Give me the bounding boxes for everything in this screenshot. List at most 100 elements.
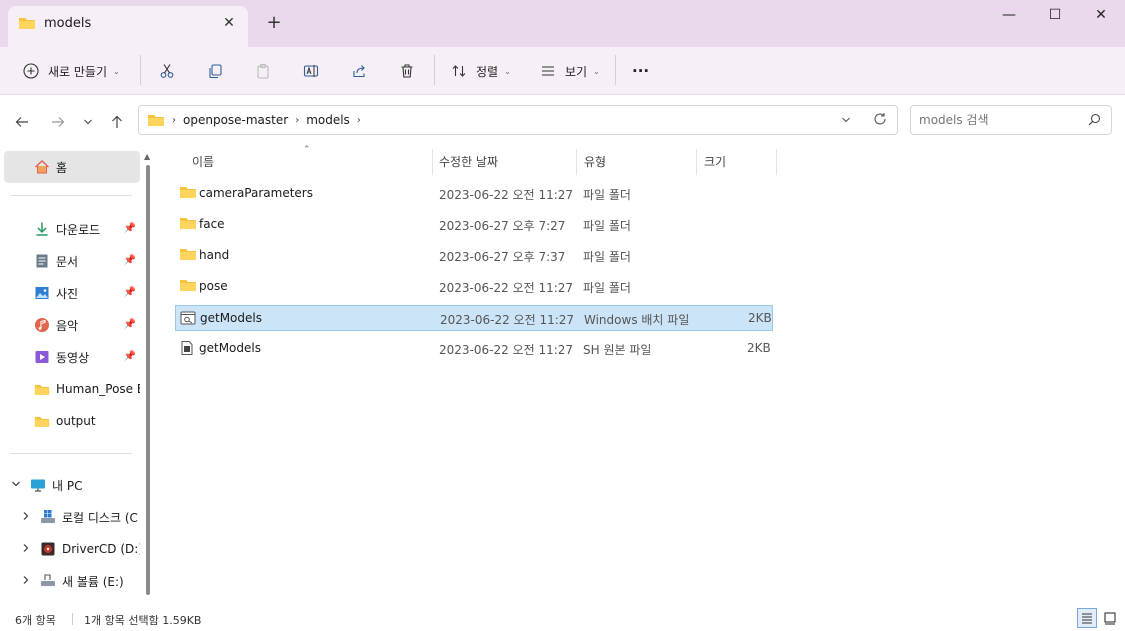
column-header-size[interactable]: 크기: [704, 147, 726, 175]
sidebar-scrollbar[interactable]: [146, 165, 150, 595]
breadcrumb-openpose-master[interactable]: openpose-master: [183, 113, 288, 127]
sidebar-item-drive-e[interactable]: 새 볼륨 (E:): [4, 565, 140, 597]
folder-icon: [179, 185, 197, 202]
close-tab-button[interactable]: ✕: [220, 14, 238, 32]
pin-icon[interactable]: 📌: [124, 319, 136, 330]
download-icon: [34, 221, 50, 237]
document-icon: [34, 253, 50, 269]
new-tab-button[interactable]: +: [264, 12, 284, 34]
new-button[interactable]: 새로 만들기 ⌄: [20, 55, 120, 87]
tab-title: models: [44, 16, 92, 31]
sidebar-item-label: 다운로드: [56, 222, 101, 237]
scroll-up-arrow-icon[interactable]: ▲: [144, 152, 150, 161]
sidebar-item-this-pc[interactable]: 내 PC: [4, 469, 140, 501]
file-name: pose: [199, 279, 228, 293]
cut-button[interactable]: [156, 55, 178, 87]
column-divider[interactable]: [776, 149, 777, 175]
breadcrumb-models[interactable]: models: [306, 113, 350, 127]
sidebar-item-human-pose[interactable]: Human_Pose Es: [4, 373, 140, 405]
up-arrow-icon[interactable]: [106, 111, 128, 133]
recent-locations-chevron-icon[interactable]: [77, 111, 99, 133]
file-type: 파일 폴더: [583, 250, 631, 264]
rename-button[interactable]: [300, 55, 322, 87]
forward-arrow-icon[interactable]: [47, 111, 69, 133]
pin-icon[interactable]: 📌: [124, 351, 136, 362]
sidebar-item-label: DriverCD (D:): [62, 542, 140, 556]
file-type: 파일 폴더: [583, 219, 631, 233]
pin-icon[interactable]: 📌: [124, 287, 136, 298]
sidebar-item-music[interactable]: 음악 📌: [4, 309, 140, 341]
file-row-getmodels-bat[interactable]: getModels 2023-06-22 오전 11:27 Windows 배치…: [175, 305, 773, 331]
share-button[interactable]: [348, 55, 370, 87]
chevron-right-icon[interactable]: [20, 575, 32, 588]
search-box[interactable]: [910, 105, 1112, 135]
back-arrow-icon[interactable]: [11, 111, 33, 133]
chevron-right-icon[interactable]: ›: [295, 115, 299, 126]
paste-button[interactable]: [252, 55, 274, 87]
more-options-button[interactable]: ···: [632, 55, 649, 87]
navigation-pane: 홈 다운로드 📌 문서 📌 사진 📌 음악 📌 동영상 📌 Human_Pose…: [0, 147, 158, 605]
batch-file-icon: [180, 310, 196, 329]
maximize-button[interactable]: ☐: [1032, 0, 1078, 32]
chevron-right-icon[interactable]: ›: [357, 115, 361, 126]
column-header-label: 이름: [192, 154, 215, 169]
column-header-date[interactable]: 수정한 날짜: [439, 147, 498, 175]
sidebar-item-pictures[interactable]: 사진 📌: [4, 277, 140, 309]
trash-icon: [396, 60, 418, 82]
sidebar-item-documents[interactable]: 문서 📌: [4, 245, 140, 277]
address-history-chevron-icon[interactable]: [841, 114, 851, 128]
sidebar-divider: [10, 195, 132, 196]
sidebar-item-output[interactable]: output: [4, 405, 140, 437]
sidebar-item-drive-d[interactable]: DriverCD (D:): [4, 533, 140, 565]
column-divider[interactable]: [696, 149, 697, 175]
sort-button[interactable]: 정렬 ⌄: [448, 55, 511, 87]
sidebar-item-label: 동영상: [56, 350, 90, 365]
chevron-right-icon[interactable]: [20, 543, 32, 556]
address-bar[interactable]: › openpose-master › models ›: [138, 105, 898, 135]
pin-icon[interactable]: 📌: [124, 223, 136, 234]
file-row-getmodels-sh[interactable]: getModels 2023-06-22 오전 11:27 SH 원본 파일 2…: [175, 336, 773, 362]
minimize-button[interactable]: —: [986, 0, 1032, 32]
copy-button[interactable]: [204, 55, 226, 87]
folder-icon: [34, 381, 50, 397]
tab-models[interactable]: models ✕: [8, 6, 248, 47]
sidebar-item-downloads[interactable]: 다운로드 📌: [4, 213, 140, 245]
sidebar-item-drive-c[interactable]: 로컬 디스크 (C: [4, 501, 140, 533]
sidebar-item-label: 새 볼륨 (E:): [62, 574, 124, 589]
music-icon: [34, 317, 50, 333]
file-name: hand: [199, 248, 230, 262]
search-icon[interactable]: [1088, 113, 1101, 129]
close-window-button[interactable]: ✕: [1078, 0, 1124, 32]
column-header-name[interactable]: 이름: [192, 147, 214, 175]
chevron-right-icon[interactable]: [20, 511, 32, 524]
delete-button[interactable]: [396, 55, 418, 87]
picture-icon: [34, 285, 50, 301]
column-divider[interactable]: [576, 149, 577, 175]
chevron-down-icon: ⌄: [593, 66, 600, 76]
sort-button-label: 정렬: [476, 64, 499, 79]
file-row-face[interactable]: face 2023-06-27 오후 7:27 파일 폴더: [175, 212, 773, 238]
pin-icon[interactable]: 📌: [124, 255, 136, 266]
column-header-type[interactable]: 유형: [584, 147, 606, 175]
rename-icon: [300, 60, 322, 82]
sidebar-item-label: 로컬 디스크 (C: [62, 510, 138, 525]
sidebar-item-home[interactable]: 홈: [4, 151, 140, 183]
file-row-cameraparameters[interactable]: cameraParameters 2023-06-22 오전 11:27 파일 …: [175, 181, 773, 207]
folder-icon: [179, 278, 197, 295]
file-row-hand[interactable]: hand 2023-06-27 오후 7:37 파일 폴더: [175, 243, 773, 269]
view-button[interactable]: 보기 ⌄: [537, 55, 600, 87]
title-bar: models ✕ + — ☐ ✕: [0, 0, 1125, 47]
column-divider[interactable]: [432, 149, 433, 175]
file-row-pose[interactable]: pose 2023-06-22 오전 11:27 파일 폴더: [175, 274, 773, 300]
tiles-view-button[interactable]: [1100, 608, 1120, 628]
sidebar-item-videos[interactable]: 동영상 📌: [4, 341, 140, 373]
refresh-icon[interactable]: [873, 112, 887, 129]
file-name: getModels: [199, 341, 261, 355]
details-view-button[interactable]: [1077, 608, 1097, 628]
folder-icon: [18, 16, 36, 33]
home-icon: [34, 159, 50, 175]
search-input[interactable]: [919, 112, 1079, 128]
details-view-icon: [1080, 611, 1094, 625]
toolbar-divider: [434, 55, 435, 85]
chevron-down-icon[interactable]: [10, 479, 22, 492]
